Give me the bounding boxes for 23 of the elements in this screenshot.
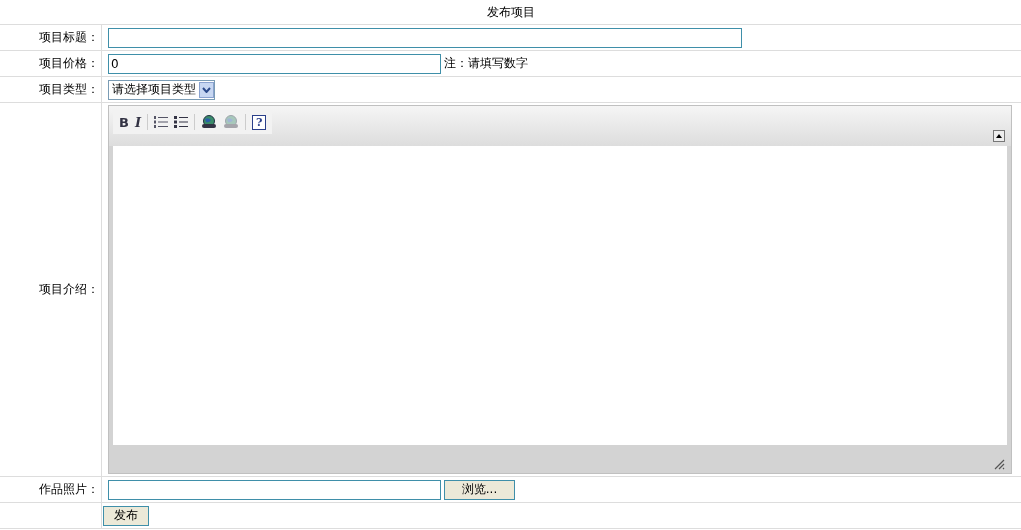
numbered-list-icon[interactable] <box>154 114 168 130</box>
italic-button[interactable]: I <box>134 114 141 130</box>
bullet-list-icon[interactable] <box>174 114 188 130</box>
price-input[interactable]: 0 <box>108 53 441 74</box>
field-label: 项目标题： <box>39 29 99 46</box>
field-label: 项目类型： <box>39 81 99 98</box>
collapse-button[interactable] <box>993 130 1005 142</box>
field-label: 作品照片： <box>39 481 99 498</box>
help-button[interactable]: ? <box>252 114 267 130</box>
type-dropdown[interactable]: 请选择项目类型 <box>108 79 215 100</box>
field-label: 项目价格： <box>39 55 99 72</box>
resize-grip-icon[interactable] <box>994 459 1005 470</box>
price-note: 注：请填写数字 <box>444 55 528 72</box>
caret-icon[interactable] <box>202 86 211 93</box>
field-label: 项目介绍： <box>39 281 99 298</box>
bold-button[interactable]: B <box>119 114 129 130</box>
form-title: 发布项目 <box>486 3 535 21</box>
globe-icon[interactable] <box>201 114 217 130</box>
title-input[interactable] <box>108 27 742 48</box>
publish-button[interactable]: 发布 <box>103 505 149 526</box>
browse-button[interactable]: 浏览... <box>444 479 515 500</box>
triangle-icon[interactable] <box>996 134 1002 138</box>
file-path-input[interactable] <box>108 479 441 500</box>
